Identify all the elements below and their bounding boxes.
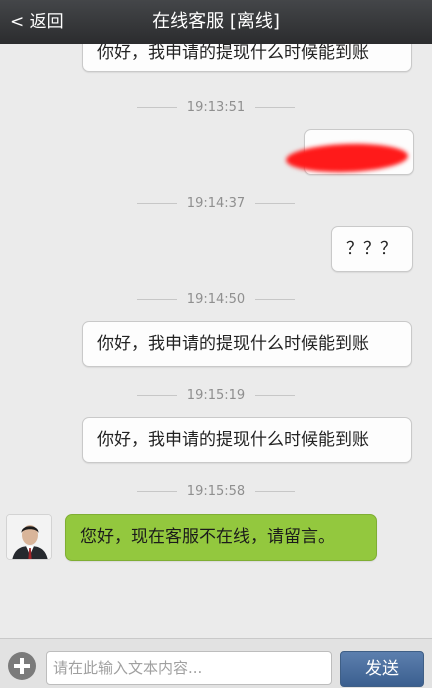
timestamp: 19:13:51 (0, 100, 432, 116)
timestamp: 19:14:37 (0, 196, 432, 212)
message-text: 你好，我申请的提现什么时候能到账 (97, 334, 369, 354)
input-bar: 发送 (0, 638, 432, 688)
avatar[interactable] (6, 514, 52, 560)
message-bubble-outgoing: ？？？ (331, 226, 413, 272)
message-text: 你好，我申请的提现什么时候能到账 (97, 430, 369, 450)
message-text: 您好，现在客服不在线，请留言。 (80, 527, 335, 547)
send-button[interactable]: 发送 (340, 651, 424, 687)
message-bubble-outgoing: 你好，我申请的提现什么时候能到账 (82, 321, 412, 367)
plus-circle-icon[interactable] (8, 652, 36, 680)
chat-area[interactable]: 你好，我申请的提现什么时候能到账 19:13:51 19:14:37 ？？？ 1… (0, 44, 432, 638)
message-bubble-outgoing: 你好，我申请的提现什么时候能到账 (82, 44, 412, 72)
message-bubble-incoming: 您好，现在客服不在线，请留言。 (65, 514, 377, 561)
timestamp: 19:15:58 (0, 484, 432, 500)
message-text: 你好，我申请的提现什么时候能到账 (97, 44, 369, 63)
message-input[interactable] (46, 651, 332, 685)
page-title: 在线客服 [离线] (152, 11, 280, 32)
header-bar: < 返回 在线客服 [离线] (0, 0, 432, 44)
message-bubble-outgoing: 你好，我申请的提现什么时候能到账 (82, 417, 412, 463)
person-icon (7, 515, 51, 559)
timestamp: 19:14:50 (0, 292, 432, 308)
timestamp: 19:15:19 (0, 388, 432, 404)
chat-screen: < 返回 在线客服 [离线] 你好，我申请的提现什么时候能到账 19:13:51… (0, 0, 432, 688)
message-text: ？？？ (346, 239, 397, 259)
